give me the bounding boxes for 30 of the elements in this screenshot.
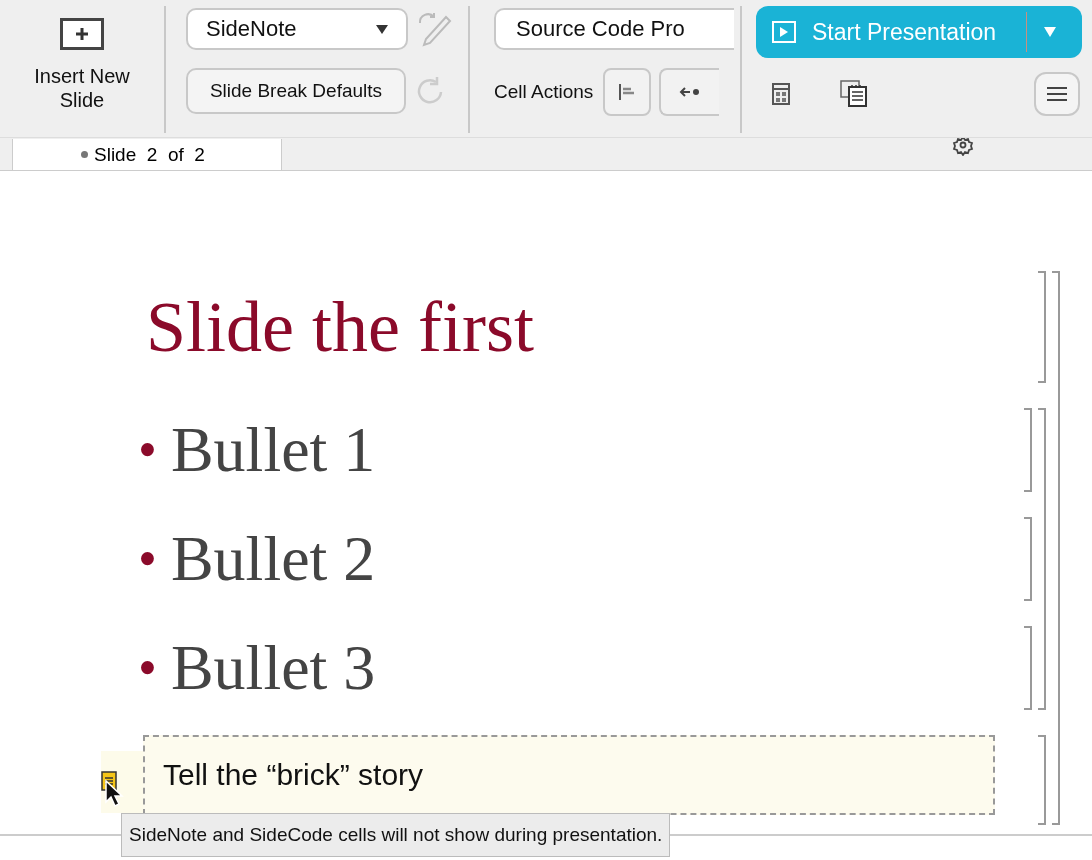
play-icon bbox=[772, 21, 796, 43]
slide-tab[interactable]: Slide 2 of 2 bbox=[12, 139, 282, 170]
menu-icon bbox=[1047, 87, 1067, 101]
font-field[interactable]: Source Code Pro bbox=[494, 8, 734, 50]
dropdown-arrow-icon bbox=[1043, 26, 1058, 38]
menu-button[interactable] bbox=[1034, 72, 1080, 116]
add-slide-icon bbox=[60, 18, 104, 50]
tooltip: SideNote and SideCode cells will not show during presentation. bbox=[121, 813, 671, 857]
start-presentation-label: Start Presentation bbox=[812, 18, 997, 46]
bullet-marker: • bbox=[138, 528, 157, 590]
dropdown-arrow-icon bbox=[376, 24, 388, 34]
cell-style-dropdown[interactable]: SideNote bbox=[186, 8, 408, 50]
notes-icon[interactable] bbox=[840, 80, 868, 108]
sidenote-cell[interactable]: Tell the “brick” story bbox=[143, 735, 995, 815]
bullet-marker: • bbox=[138, 419, 157, 481]
mouse-pointer-icon bbox=[104, 779, 124, 807]
align-button[interactable] bbox=[603, 68, 652, 116]
cell-actions-label: Cell Actions bbox=[494, 81, 594, 103]
slide-break-defaults-button[interactable]: Slide Break Defaults bbox=[186, 68, 406, 114]
indent-button[interactable] bbox=[659, 68, 720, 116]
bullet-marker: • bbox=[138, 637, 157, 699]
settings-icon[interactable] bbox=[952, 138, 974, 156]
bullet-text: Bullet 2 bbox=[170, 522, 376, 596]
pen-icon bbox=[416, 11, 452, 47]
bullet-text: Bullet 3 bbox=[170, 631, 376, 705]
calculator-icon[interactable] bbox=[772, 83, 790, 105]
arrow-left-dot-icon bbox=[679, 85, 702, 99]
slide-title: Slide the first bbox=[146, 285, 534, 369]
bullet-text: Bullet 1 bbox=[170, 413, 376, 487]
insert-new-slide-button[interactable]: Insert New Slide bbox=[17, 6, 147, 112]
